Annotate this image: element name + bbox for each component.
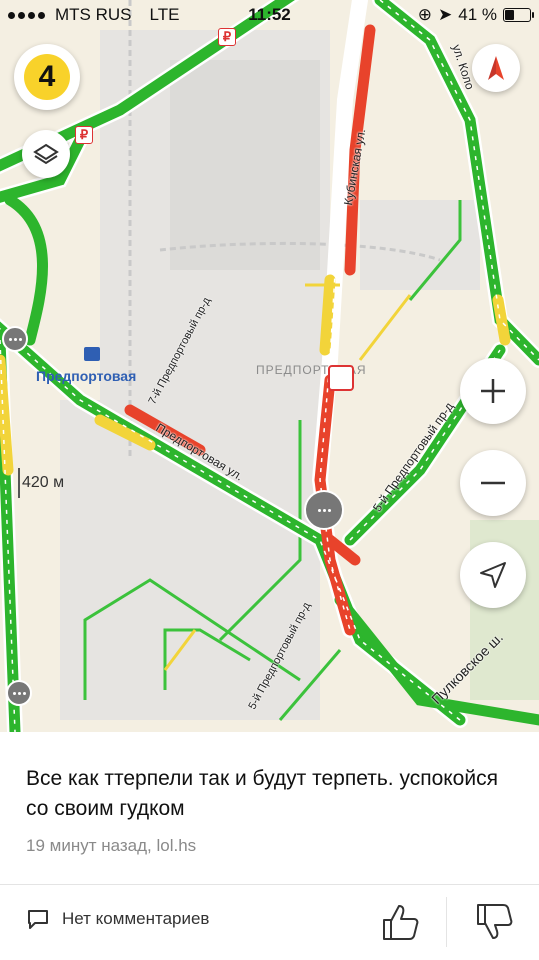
post-message: Все как ттерпели так и будут терпеть. ус… [26, 767, 498, 820]
zoom-out-button[interactable] [460, 450, 526, 516]
battery-percent: 41 % [458, 5, 497, 24]
status-bar: MTS RUS LTE 11:52 ⊕ ➤ 41 % [0, 0, 539, 32]
layers-icon [33, 143, 59, 165]
thumbs-up-icon [383, 905, 419, 940]
traffic-score-button[interactable]: 4 [14, 44, 80, 110]
divider [0, 884, 539, 885]
ruble-icon[interactable]: ₽ [75, 126, 93, 144]
scale-label: 420 м [22, 474, 65, 491]
comments-label: Нет комментариев [62, 909, 210, 928]
like-button[interactable] [380, 902, 420, 947]
station-label[interactable]: Предпортовая [36, 368, 136, 384]
accident-icon[interactable] [328, 365, 354, 391]
traffic-map[interactable]: Предпортовая ул. 7-й Предпортовый пр-д 5… [0, 0, 539, 732]
chat-bubble-icon[interactable] [6, 680, 32, 706]
post-card: Все как ттерпели так и будут терпеть. ус… [0, 732, 539, 960]
chat-bubble-icon[interactable] [2, 326, 28, 352]
battery-icon [503, 8, 534, 22]
location-services-icon: ➤ [438, 5, 453, 24]
zoom-in-icon [481, 379, 505, 403]
chat-bubble-icon[interactable] [304, 490, 344, 530]
layers-button[interactable] [22, 130, 70, 178]
thumbs-down-icon [477, 904, 513, 939]
traffic-score-icon: 4 [24, 54, 70, 100]
my-location-button[interactable] [460, 542, 526, 608]
orientation-lock-icon: ⊕ [417, 5, 432, 24]
post-meta: 19 минут назад, lol.hs [26, 836, 197, 855]
dislike-button[interactable] [474, 902, 514, 947]
zoom-in-button[interactable] [460, 358, 526, 424]
compass-button[interactable] [472, 44, 520, 92]
compass-icon [488, 56, 504, 80]
station-icon [84, 347, 100, 361]
scale-bar [18, 468, 20, 498]
comments-button[interactable]: Нет комментариев [26, 908, 209, 930]
comment-icon [28, 910, 48, 929]
zoom-out-icon [481, 481, 505, 485]
divider [446, 897, 447, 947]
location-arrow-icon [480, 562, 506, 588]
